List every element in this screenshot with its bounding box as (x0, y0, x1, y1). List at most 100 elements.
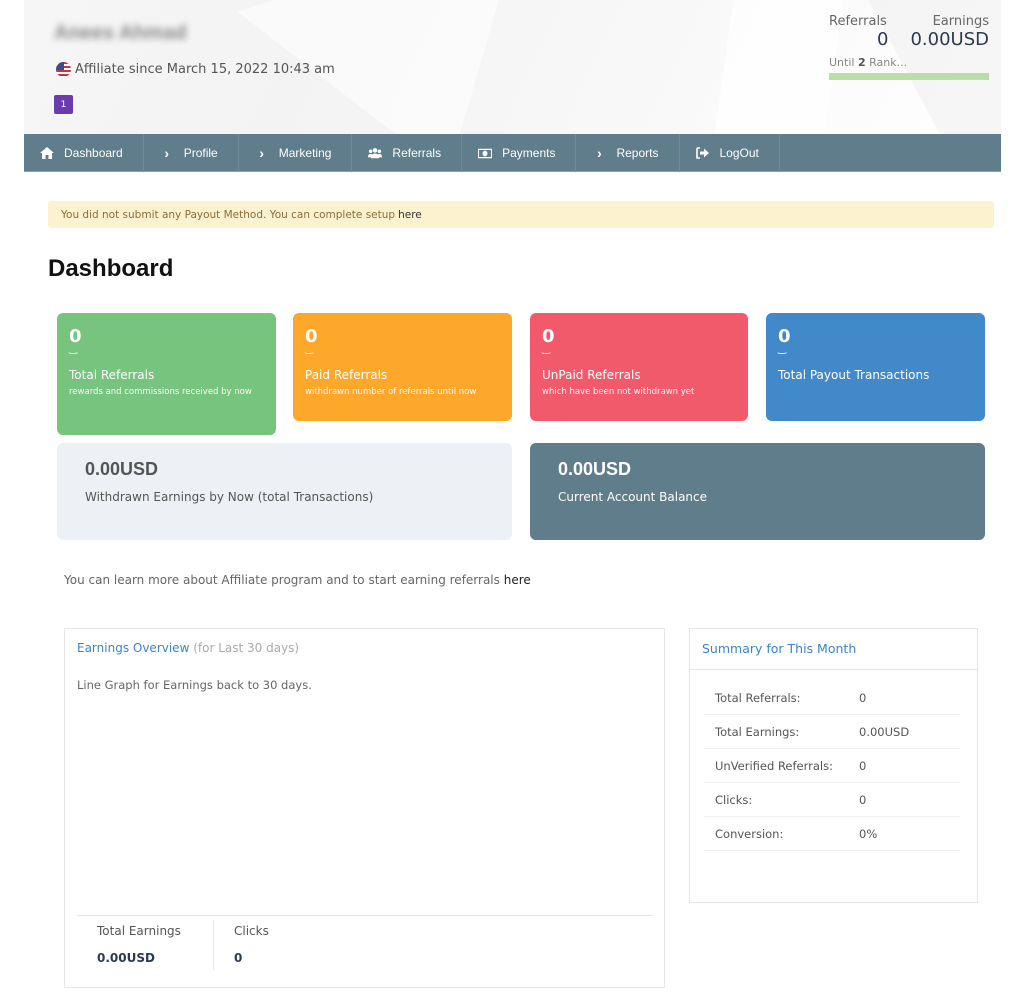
balance-amount: 0.00USD (558, 459, 632, 479)
nav-label: Referrals (392, 146, 442, 160)
smile-icon: ‿ (305, 344, 314, 355)
earnings-overview-subtitle: (for Last 30 days) (193, 641, 300, 655)
earnings-overview-description: Line Graph for Earnings back to 30 days. (77, 678, 312, 692)
summary-row: Clicks: 0 (704, 783, 960, 817)
summary-title: Summary for This Month (690, 629, 977, 670)
nav-dashboard[interactable]: Dashboard (24, 134, 144, 172)
payout-method-alert: You did not submit any Payout Method. Yo… (48, 201, 994, 228)
withdrawn-earnings-card: 0.00USD Withdrawn Earnings by Now (total… (57, 443, 512, 540)
smile-icon: ‿ (542, 344, 551, 355)
footer-clicks: Clicks 0 (214, 916, 289, 973)
earnings-footer: Total Earnings 0.00USD Clicks 0 (77, 915, 653, 973)
card-title: Total Referrals (69, 368, 155, 382)
summary-row: Conversion: 0% (704, 817, 960, 851)
summary-value: 0% (859, 826, 878, 841)
nav-logout[interactable]: LogOut (680, 134, 780, 172)
earnings-overview-panel: Earnings Overview (for Last 30 days) Lin… (64, 628, 665, 988)
referrals-value: 0 (877, 29, 889, 50)
card-value: 0 (69, 326, 82, 347)
chevron-right-icon: › (164, 145, 170, 161)
card-value: 0 (542, 326, 555, 347)
summary-key: Total Earnings: (715, 724, 800, 739)
learn-more-text: You can learn more about Affiliate progr… (64, 573, 500, 587)
earnings-value: 0.00USD (910, 29, 989, 50)
nav-marketing[interactable]: › Marketing (239, 134, 353, 172)
rank-badge: 1 (54, 95, 73, 114)
users-icon (368, 147, 383, 159)
withdrawn-amount: 0.00USD (85, 459, 159, 479)
learn-more: You can learn more about Affiliate progr… (64, 573, 531, 587)
main-navbar: Dashboard › Profile › Marketing Referral… (24, 134, 1001, 172)
earnings-overview-title: Earnings Overview (77, 641, 190, 655)
summary-key: UnVerified Referrals: (715, 758, 833, 773)
nav-label: Payments (502, 146, 556, 160)
rank-progress-bar (829, 73, 989, 80)
nav-label: Reports (616, 146, 659, 160)
page-title: Dashboard (48, 255, 174, 282)
summary-value: 0 (859, 690, 867, 705)
smile-icon: ‿ (778, 344, 787, 355)
summary-table: Total Referrals: 0 Total Earnings: 0.00U… (704, 681, 960, 851)
smile-icon: ‿ (69, 344, 78, 355)
header-decoration (714, 0, 844, 134)
affiliate-since-text: Affiliate since March 15, 2022 10:43 am (75, 62, 335, 77)
account-balance-card: 0.00USD Current Account Balance (530, 443, 985, 540)
sign-out-icon (695, 147, 710, 159)
summary-value: 0 (859, 792, 867, 807)
chevron-right-icon: › (259, 145, 265, 161)
card-description: withdrawn number of referrals until now (305, 387, 477, 397)
summary-key: Total Referrals: (715, 690, 801, 705)
card-description: rewards and commissions received by now (69, 387, 252, 397)
card-title: UnPaid Referrals (542, 368, 641, 382)
card-unpaid-referrals: 0 ‿ UnPaid Referrals which have been not… (530, 313, 748, 421)
summary-value: 0.00USD (859, 724, 910, 739)
card-value: 0 (778, 326, 791, 347)
earnings-label: Earnings (932, 14, 989, 29)
profile-header: Anees Ahmad Affiliate since March 15, 20… (24, 0, 1001, 134)
summary-row: UnVerified Referrals: 0 (704, 749, 960, 783)
nav-referrals[interactable]: Referrals (352, 134, 463, 172)
balance-label: Current Account Balance (558, 490, 708, 504)
nav-reports[interactable]: › Reports (576, 134, 680, 172)
monthly-summary-panel: Summary for This Month Total Referrals: … (689, 628, 978, 903)
us-flag-icon (56, 62, 71, 77)
summary-value: 0 (859, 758, 867, 773)
nav-label: Marketing (278, 146, 332, 160)
user-name: Anees Ahmad (54, 22, 187, 44)
summary-row: Total Earnings: 0.00USD (704, 715, 960, 749)
nav-label: Dashboard (64, 146, 123, 160)
footer-label: Clicks (234, 924, 269, 938)
earnings-line-graph-area (77, 699, 653, 909)
summary-row: Total Referrals: 0 (704, 681, 960, 715)
earnings-overview-heading: Earnings Overview (for Last 30 days) (77, 641, 299, 655)
nav-profile[interactable]: › Profile (144, 134, 239, 172)
home-icon (40, 147, 54, 159)
footer-value: 0.00USD (97, 951, 155, 965)
card-paid-referrals: 0 ‿ Paid Referrals withdrawn number of r… (293, 313, 512, 421)
learn-more-link[interactable]: here (504, 573, 531, 587)
nav-payments[interactable]: Payments (462, 134, 577, 172)
alert-text: You did not submit any Payout Method. Yo… (61, 208, 396, 221)
chevron-right-icon: › (597, 145, 602, 161)
footer-value: 0 (234, 951, 243, 965)
summary-key: Clicks: (715, 792, 753, 807)
card-total-payout-transactions: 0 ‿ Total Payout Transactions (766, 313, 985, 421)
card-title: Paid Referrals (305, 368, 388, 382)
summary-key: Conversion: (715, 826, 784, 841)
card-title: Total Payout Transactions (778, 368, 930, 382)
footer-label: Total Earnings (97, 924, 181, 938)
rank-suffix: Rank... (869, 56, 908, 69)
card-total-referrals: 0 ‿ Total Referrals rewards and commissi… (57, 313, 276, 435)
rank-prefix: Until (829, 56, 855, 69)
nav-label: Profile (183, 146, 218, 160)
alert-setup-link[interactable]: here (398, 209, 422, 221)
referrals-label: Referrals (829, 14, 887, 29)
affiliate-since: Affiliate since March 15, 2022 10:43 am (56, 62, 335, 77)
card-value: 0 (305, 326, 318, 347)
money-icon (478, 148, 493, 159)
header-stats: Referrals Earnings 0 0.00USD Until 2 Ran… (829, 14, 989, 80)
card-description: which have been not withdrawn yet (542, 387, 695, 397)
footer-total-earnings: Total Earnings 0.00USD (77, 920, 214, 970)
withdrawn-label: Withdrawn Earnings by Now (total Transac… (85, 490, 374, 504)
nav-label: LogOut (719, 146, 759, 160)
